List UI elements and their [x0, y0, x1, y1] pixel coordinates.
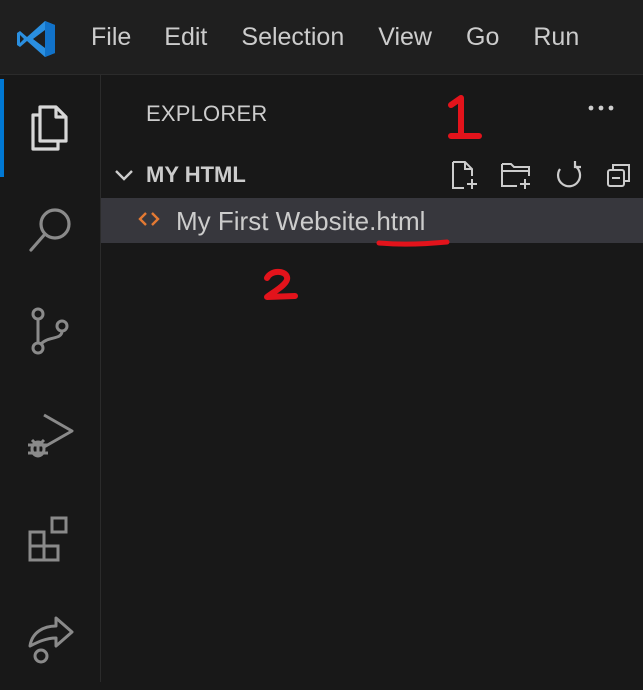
collapse-all-button[interactable] [601, 157, 637, 193]
html-file-icon [138, 212, 160, 226]
vscode-logo-icon[interactable] [16, 20, 56, 58]
file-name: My First Website.html [176, 206, 426, 236]
menu-selection[interactable]: Selection [241, 23, 344, 52]
activity-search[interactable] [0, 180, 100, 280]
menu-file[interactable]: File [91, 23, 131, 52]
more-actions-button[interactable] [584, 91, 618, 125]
menu-view[interactable]: View [378, 23, 432, 52]
files-icon [31, 105, 68, 151]
new-file-button[interactable] [446, 157, 482, 193]
ellipsis-icon [588, 105, 614, 111]
run-debug-icon [28, 413, 74, 458]
section-header-my-html[interactable]: MY HTML [101, 155, 643, 195]
new-file-icon [452, 161, 477, 189]
activity-explorer[interactable] [0, 75, 100, 177]
activity-bar [0, 75, 101, 682]
annotation-underline [376, 239, 450, 247]
collapse-all-icon [607, 164, 630, 187]
section-title: MY HTML [146, 162, 246, 187]
activity-extensions[interactable] [0, 488, 100, 588]
new-folder-button[interactable] [498, 157, 534, 193]
activity-source-control[interactable] [0, 280, 100, 380]
new-folder-icon [501, 163, 530, 189]
extensions-icon [28, 516, 68, 562]
menu-go[interactable]: Go [466, 23, 499, 52]
refresh-icon [557, 161, 582, 188]
menu-bar: File Edit Selection View Go Run [91, 0, 613, 74]
search-icon [29, 208, 71, 252]
explorer-sidebar: EXPLORER MY HTML My First Website.html [101, 75, 643, 682]
chevron-down-icon [115, 170, 133, 181]
activity-run-debug[interactable] [0, 385, 100, 485]
refresh-button[interactable] [550, 157, 586, 193]
remote-explorer-icon [28, 616, 74, 664]
annotation-number-two [264, 268, 298, 300]
activity-remote[interactable] [0, 590, 100, 690]
explorer-title: EXPLORER [146, 101, 268, 126]
file-item[interactable]: My First Website.html [101, 198, 643, 243]
title-bar: File Edit Selection View Go Run [0, 0, 643, 75]
source-control-icon [31, 307, 69, 355]
menu-edit[interactable]: Edit [164, 23, 207, 52]
annotation-number-one [448, 95, 482, 139]
menu-run[interactable]: Run [533, 23, 579, 52]
